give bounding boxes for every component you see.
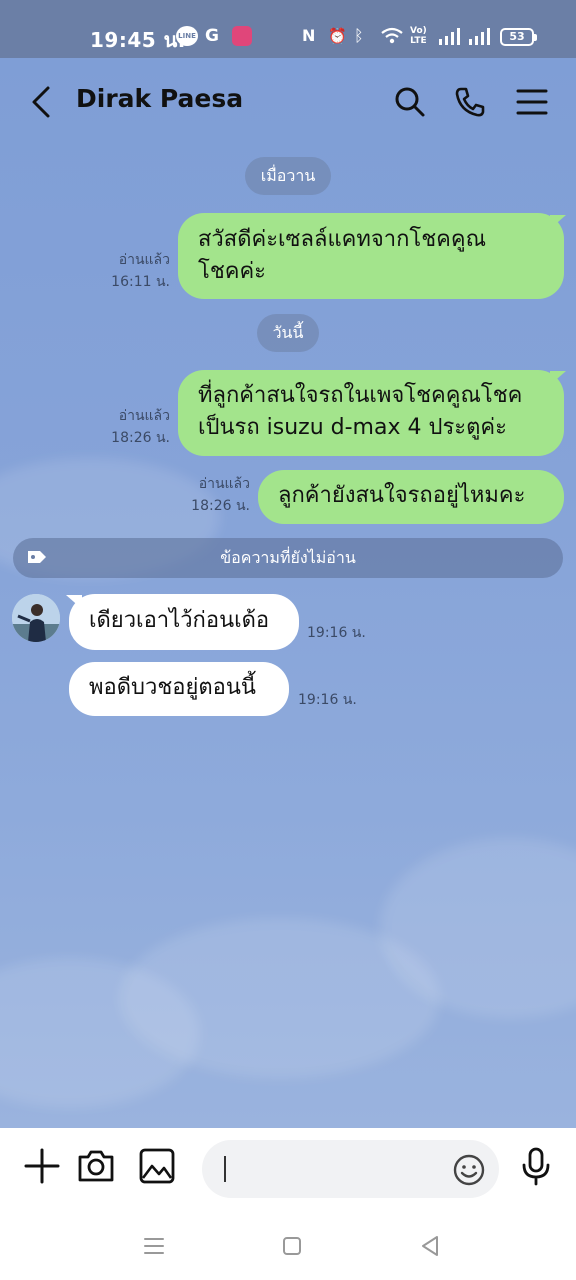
message-bubble-outgoing[interactable]: ที่ลูกค้าสนใจรถในเพจโชคคูณโชค เป็นรถ isu… — [178, 370, 564, 456]
unread-label: ข้อความที่ยังไม่อ่าน — [220, 548, 356, 567]
alarm-icon: ⏰ — [328, 27, 347, 45]
message-text: ลูกค้ายังสนใจรถอยู่ไหมคะ — [278, 483, 526, 508]
avatar-image — [12, 594, 60, 642]
message-text: โชคค่ะ — [198, 259, 266, 284]
tag-icon — [28, 551, 46, 563]
message-text: เดียวเอาไว้ก่อนเด้อ — [89, 608, 270, 633]
home-icon[interactable] — [278, 1232, 306, 1260]
battery-indicator: 53 — [500, 28, 537, 46]
back-icon[interactable] — [28, 82, 56, 122]
bluetooth-icon: ᛒ — [354, 26, 364, 45]
read-receipt: อ่านแล้ว — [198, 476, 250, 492]
message-bubble-outgoing[interactable]: ลูกค้ายังสนใจรถอยู่ไหมคะ — [258, 470, 564, 524]
signal-icon-1 — [439, 28, 460, 45]
message-bubble-incoming[interactable]: เดียวเอาไว้ก่อนเด้อ — [69, 594, 299, 650]
message-meta: อ่านแล้ว 18:26 น. — [100, 405, 170, 449]
search-icon[interactable] — [390, 82, 430, 122]
message-time: 19:16 น. — [298, 692, 357, 708]
message-input-bar — [0, 1128, 576, 1208]
status-time: 19:45 น. — [90, 28, 186, 52]
volte-icon: Vo) LTE — [410, 26, 427, 46]
system-navigation-bar — [0, 1208, 576, 1280]
camera-icon[interactable] — [76, 1146, 116, 1186]
message-text: ที่ลูกค้าสนใจรถในเพจโชคคูณโชค — [198, 383, 523, 408]
wifi-icon — [381, 27, 403, 44]
menu-icon[interactable] — [512, 82, 552, 122]
chat-header: Dirak Paesa — [0, 58, 576, 146]
contact-avatar[interactable] — [12, 594, 60, 642]
unread-messages-divider: ข้อความที่ยังไม่อ่าน — [13, 538, 563, 578]
recent-apps-icon[interactable] — [140, 1232, 168, 1260]
text-caret — [224, 1156, 226, 1182]
message-time: 19:16 น. — [307, 625, 366, 641]
message-input[interactable] — [202, 1140, 499, 1198]
message-time: 16:11 น. — [111, 274, 170, 290]
message-text: เป็นรถ isuzu d-max 4 ประตูค่ะ — [198, 415, 507, 440]
app-notification-icon — [232, 26, 252, 46]
microphone-icon[interactable] — [516, 1146, 556, 1186]
phone-icon[interactable] — [450, 82, 490, 122]
status-bar: 19:45 น. LINE G N ⏰ ᛒ Vo) LTE 53 — [0, 0, 576, 58]
date-separator: วันนี้ — [257, 314, 319, 352]
nfc-icon: N — [302, 26, 316, 45]
message-time: 18:26 น. — [191, 498, 250, 514]
image-icon[interactable] — [137, 1146, 177, 1186]
message-meta: อ่านแล้ว 16:11 น. — [100, 249, 170, 293]
message-bubble-incoming[interactable]: พอดีบวชอยู่ตอนนี้ — [69, 662, 289, 716]
message-text: พอดีบวชอยู่ตอนนี้ — [89, 675, 256, 700]
back-nav-icon[interactable] — [416, 1232, 444, 1260]
signal-icon-2 — [469, 28, 490, 45]
google-icon: G — [205, 26, 219, 46]
plus-icon[interactable] — [22, 1146, 62, 1186]
message-time: 18:26 น. — [111, 430, 170, 446]
date-separator: เมื่อวาน — [245, 157, 331, 195]
line-app-icon: LINE — [176, 26, 198, 46]
read-receipt: อ่านแล้ว — [118, 408, 170, 424]
emoji-icon[interactable] — [452, 1153, 486, 1187]
chat-area[interactable]: Dirak Paesa เมื่อวาน อ่านแล้ว 16:11 น. ส… — [0, 58, 576, 1128]
read-receipt: อ่านแล้ว — [118, 252, 170, 268]
contact-name[interactable]: Dirak Paesa — [76, 84, 243, 113]
message-meta: อ่านแล้ว 18:26 น. — [180, 473, 250, 517]
message-bubble-outgoing[interactable]: สวัสดีค่ะเซลล์แคทจากโชคคูณ โชคค่ะ — [178, 213, 564, 299]
message-text: สวัสดีค่ะเซลล์แคทจากโชคคูณ — [198, 227, 486, 252]
